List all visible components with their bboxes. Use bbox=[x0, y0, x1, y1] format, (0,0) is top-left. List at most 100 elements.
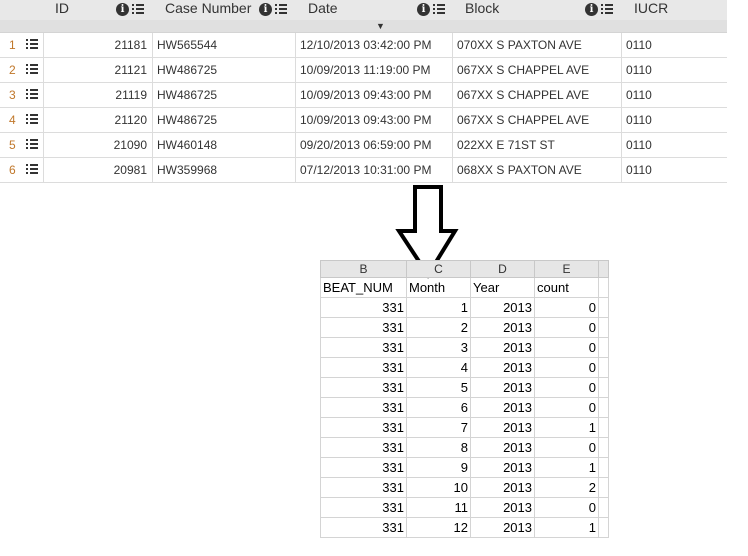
list-menu-icon[interactable] bbox=[275, 3, 287, 15]
sheet-header-cell[interactable]: BEAT_NUM bbox=[320, 277, 407, 298]
table-row[interactable]: 2 21121 HW486725 10/09/2013 11:19:00 PM 067X… bbox=[0, 58, 727, 83]
sheet-cell[interactable]: 2 bbox=[534, 477, 599, 498]
sheet-cell[interactable]: 0 bbox=[534, 377, 599, 398]
sheet-cell[interactable] bbox=[598, 397, 609, 418]
sheet-cell[interactable]: 331 bbox=[320, 437, 407, 458]
sheet-cell[interactable] bbox=[598, 497, 609, 518]
sheet-cell[interactable]: 2013 bbox=[470, 317, 535, 338]
sheet-cell[interactable]: 5 bbox=[406, 377, 471, 398]
sheet-column-letter[interactable]: E bbox=[534, 260, 599, 278]
sheet-cell[interactable]: 331 bbox=[320, 357, 407, 378]
sheet-column-letter[interactable] bbox=[598, 260, 609, 278]
sheet-cell[interactable]: 0 bbox=[534, 437, 599, 458]
sheet-cell[interactable]: 2013 bbox=[470, 477, 535, 498]
sheet-cell[interactable] bbox=[598, 417, 609, 438]
sheet-cell[interactable]: 0 bbox=[534, 337, 599, 358]
sheet-cell[interactable]: 331 bbox=[320, 377, 407, 398]
sheet-cell[interactable] bbox=[598, 517, 609, 538]
list-menu-icon[interactable] bbox=[26, 164, 38, 175]
list-menu-icon[interactable] bbox=[26, 64, 38, 75]
sheet-cell[interactable]: 331 bbox=[320, 397, 407, 418]
sheet-cell[interactable]: 0 bbox=[534, 497, 599, 518]
list-menu-icon[interactable] bbox=[601, 3, 613, 15]
sheet-cell[interactable]: 2013 bbox=[470, 357, 535, 378]
sheet-cell[interactable]: 2013 bbox=[470, 417, 535, 438]
sheet-cell[interactable]: 11 bbox=[406, 497, 471, 518]
sheet-cell[interactable]: 331 bbox=[320, 497, 407, 518]
list-menu-icon[interactable] bbox=[26, 39, 38, 50]
sheet-cell[interactable] bbox=[598, 437, 609, 458]
sheet-cell[interactable]: 0 bbox=[534, 317, 599, 338]
sheet-cell[interactable]: 9 bbox=[406, 457, 471, 478]
table-row[interactable]: 3 21119 HW486725 10/09/2013 09:43:00 PM 067X… bbox=[0, 83, 727, 108]
sheet-column-letter[interactable]: B bbox=[320, 260, 407, 278]
sheet-header-cell[interactable]: Year bbox=[470, 277, 535, 298]
sheet-cell[interactable] bbox=[598, 377, 609, 398]
cell-iucr: 0110 bbox=[626, 38, 652, 52]
table-row[interactable]: 5 21090 HW460148 09/20/2013 06:59:00 PM 022X… bbox=[0, 133, 727, 158]
sheet-cell[interactable]: 0 bbox=[534, 297, 599, 318]
table-row[interactable]: 4 21120 HW486725 10/09/2013 09:43:00 PM 067X… bbox=[0, 108, 727, 133]
sheet-header-cell[interactable]: count bbox=[534, 277, 599, 298]
header-date[interactable]: Date bbox=[308, 0, 338, 20]
cell-case-number: HW565544 bbox=[157, 38, 218, 52]
sheet-cell[interactable]: 0 bbox=[534, 397, 599, 418]
sheet-cell[interactable]: 2013 bbox=[470, 497, 535, 518]
sheet-row: 331 7 2013 1 bbox=[320, 417, 609, 438]
sheet-cell[interactable]: 331 bbox=[320, 297, 407, 318]
sheet-cell[interactable]: 8 bbox=[406, 437, 471, 458]
sheet-cell[interactable]: 2013 bbox=[470, 517, 535, 538]
sheet-cell[interactable]: 331 bbox=[320, 477, 407, 498]
sheet-header-cell[interactable]: Month bbox=[406, 277, 471, 298]
sheet-cell[interactable] bbox=[598, 357, 609, 378]
list-menu-icon[interactable] bbox=[132, 3, 144, 15]
sheet-cell[interactable]: 2013 bbox=[470, 297, 535, 318]
sheet-cell[interactable]: 2013 bbox=[470, 437, 535, 458]
caret-down-icon[interactable]: ▼ bbox=[376, 21, 385, 31]
info-icon[interactable]: i bbox=[585, 2, 598, 16]
sheet-cell[interactable] bbox=[598, 297, 609, 318]
header-case-number[interactable]: Case Number bbox=[165, 0, 251, 20]
sheet-cell[interactable]: 10 bbox=[406, 477, 471, 498]
info-icon[interactable]: i bbox=[116, 2, 129, 16]
sheet-cell[interactable]: 12 bbox=[406, 517, 471, 538]
info-icon[interactable]: i bbox=[259, 2, 272, 16]
sheet-column-letter[interactable]: D bbox=[470, 260, 535, 278]
sheet-cell[interactable]: 4 bbox=[406, 357, 471, 378]
sheet-cell[interactable]: 2013 bbox=[470, 337, 535, 358]
sheet-cell[interactable] bbox=[598, 277, 609, 298]
sheet-cell[interactable]: 1 bbox=[406, 297, 471, 318]
sheet-cell[interactable]: 1 bbox=[534, 417, 599, 438]
sheet-cell[interactable] bbox=[598, 477, 609, 498]
info-icon[interactable]: i bbox=[417, 2, 430, 16]
header-id[interactable]: ID bbox=[55, 0, 69, 20]
header-block[interactable]: Block bbox=[465, 0, 499, 20]
sheet-cell[interactable]: 3 bbox=[406, 337, 471, 358]
sheet-cell[interactable] bbox=[598, 337, 609, 358]
table-row[interactable]: 6 20981 HW359968 07/12/2013 10:31:00 PM 068X… bbox=[0, 158, 727, 183]
table-row[interactable]: 1 21181 HW565544 12/10/2013 03:42:00 PM 070X… bbox=[0, 33, 727, 58]
sheet-cell[interactable]: 331 bbox=[320, 337, 407, 358]
header-iucr[interactable]: IUCR bbox=[634, 0, 668, 20]
sheet-cell[interactable]: 2013 bbox=[470, 377, 535, 398]
sheet-column-letter[interactable]: C bbox=[406, 260, 471, 278]
sheet-cell[interactable]: 2 bbox=[406, 317, 471, 338]
sheet-cell[interactable]: 1 bbox=[534, 517, 599, 538]
sheet-cell[interactable]: 331 bbox=[320, 417, 407, 438]
sheet-cell[interactable]: 0 bbox=[534, 357, 599, 378]
list-menu-icon[interactable] bbox=[26, 89, 38, 100]
sheet-cell[interactable]: 1 bbox=[534, 457, 599, 478]
sheet-cell[interactable] bbox=[598, 317, 609, 338]
list-menu-icon[interactable] bbox=[26, 139, 38, 150]
list-menu-icon[interactable] bbox=[26, 114, 38, 125]
column-divider bbox=[452, 108, 453, 132]
sheet-cell[interactable]: 2013 bbox=[470, 397, 535, 418]
sheet-cell[interactable]: 6 bbox=[406, 397, 471, 418]
sheet-cell[interactable]: 331 bbox=[320, 517, 407, 538]
sheet-cell[interactable]: 7 bbox=[406, 417, 471, 438]
sheet-cell[interactable]: 331 bbox=[320, 317, 407, 338]
sheet-cell[interactable] bbox=[598, 457, 609, 478]
list-menu-icon[interactable] bbox=[433, 3, 445, 15]
sheet-cell[interactable]: 331 bbox=[320, 457, 407, 478]
sheet-cell[interactable]: 2013 bbox=[470, 457, 535, 478]
